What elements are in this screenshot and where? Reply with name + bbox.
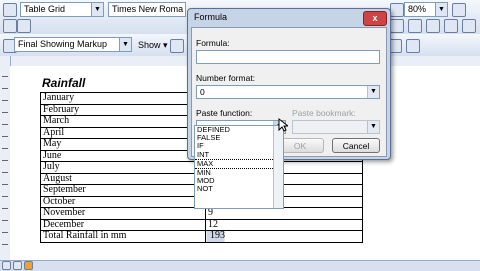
- show-hide-icon[interactable]: [462, 19, 476, 33]
- cancel-button[interactable]: Cancel: [332, 138, 380, 153]
- rainfall-value-cell[interactable]: 9: [205, 207, 363, 220]
- previous-change-icon[interactable]: [170, 39, 184, 53]
- normal-view-icon[interactable]: [2, 261, 11, 270]
- paste-bookmark-label: Paste bookmark:: [292, 108, 356, 118]
- month-cell[interactable]: March: [40, 115, 206, 128]
- month-cell[interactable]: June: [40, 149, 206, 162]
- ruler-tick: [2, 232, 8, 233]
- function-list-item[interactable]: NOT: [195, 185, 283, 193]
- ruler-tick: [2, 196, 8, 197]
- chevron-down-icon[interactable]: ▼: [367, 86, 379, 98]
- help-icon[interactable]: [452, 3, 466, 17]
- dialog-title: Formula: [194, 12, 228, 22]
- formula-label: Formula:: [196, 38, 230, 48]
- web-layout-icon[interactable]: [13, 261, 22, 270]
- table-row: November 9: [40, 207, 363, 220]
- table-row: December 12: [40, 218, 363, 231]
- paragraph-mark-icon[interactable]: [390, 3, 404, 17]
- columns-icon[interactable]: [408, 19, 422, 33]
- status-bar: [0, 260, 480, 271]
- drawing-icon[interactable]: [426, 19, 440, 33]
- markup-combo[interactable]: Final Showing Markup ▼: [14, 37, 132, 52]
- table-row: Total Rainfall in mm 193: [40, 230, 363, 243]
- month-cell[interactable]: September: [40, 184, 206, 197]
- tables-icon[interactable]: [390, 19, 404, 33]
- ruler-tick: [2, 208, 8, 209]
- function-dropdown-list[interactable]: DEFINED FALSE IF INT MAX MIN MOD NOT: [194, 125, 284, 209]
- chevron-down-icon[interactable]: ▼: [91, 3, 103, 16]
- ruler-tick: [2, 76, 8, 77]
- month-cell[interactable]: May: [40, 138, 206, 151]
- formula-input[interactable]: [196, 50, 380, 64]
- ruler-tick: [2, 124, 8, 125]
- chevron-down-icon[interactable]: ▼: [435, 3, 447, 16]
- month-cell[interactable]: October: [40, 195, 206, 208]
- font-value: Times New Roma: [112, 4, 184, 14]
- mouse-cursor-icon: [278, 118, 288, 132]
- print-layout-icon[interactable]: [24, 261, 33, 270]
- font-combo[interactable]: Times New Roma: [108, 2, 186, 17]
- list-scrollbar[interactable]: [273, 126, 283, 208]
- chevron-down-icon[interactable]: ▼: [119, 38, 131, 51]
- ruler-tick: [2, 100, 8, 101]
- close-button[interactable]: x: [363, 11, 387, 26]
- document-map-icon[interactable]: [444, 19, 458, 33]
- ruler-tick: [2, 112, 8, 113]
- month-cell[interactable]: January: [40, 92, 206, 105]
- styles-icon[interactable]: [3, 3, 17, 17]
- month-cell[interactable]: April: [40, 126, 206, 139]
- paste-function-label: Paste function:: [196, 108, 253, 118]
- ruler-tick: [2, 244, 8, 245]
- number-format-select[interactable]: 0 ▼: [196, 85, 380, 99]
- ruler-tick: [2, 160, 8, 161]
- rainfall-value-cell[interactable]: 193: [205, 230, 363, 243]
- bullets-icon[interactable]: [3, 19, 17, 33]
- reviewing-pane-icon[interactable]: [406, 39, 420, 53]
- number-format-label: Number format:: [196, 73, 256, 83]
- ruler-tick: [2, 220, 8, 221]
- ruler-tick: [2, 148, 8, 149]
- document-title: Rainfall: [42, 76, 86, 90]
- chevron-down-icon: ▼: [367, 121, 379, 133]
- month-cell[interactable]: July: [40, 161, 206, 174]
- zoom-value: 80%: [408, 4, 427, 14]
- markup-value: Final Showing Markup: [18, 39, 108, 49]
- ruler-tick: [2, 136, 8, 137]
- ruler-tick: [2, 88, 8, 89]
- paste-bookmark-select: ▼: [292, 120, 380, 134]
- function-list-item[interactable]: FALSE: [195, 133, 283, 142]
- function-list-item[interactable]: INT: [195, 150, 283, 159]
- ruler-tick: [2, 184, 8, 185]
- ruler-tick: [2, 172, 8, 173]
- style-value: Table Grid: [24, 4, 66, 14]
- month-cell[interactable]: August: [40, 172, 206, 185]
- month-cell[interactable]: November: [40, 207, 206, 220]
- show-menu-button[interactable]: Show ▾: [138, 40, 168, 51]
- month-cell[interactable]: February: [40, 103, 206, 116]
- style-combo[interactable]: Table Grid ▼: [20, 2, 104, 17]
- month-cell[interactable]: Total Rainfall in mm: [40, 230, 206, 243]
- rainfall-value-cell[interactable]: 12: [205, 218, 363, 231]
- zoom-combo[interactable]: 80% ▼: [404, 2, 448, 17]
- month-cell[interactable]: December: [40, 218, 206, 231]
- numbering-icon[interactable]: [17, 19, 31, 33]
